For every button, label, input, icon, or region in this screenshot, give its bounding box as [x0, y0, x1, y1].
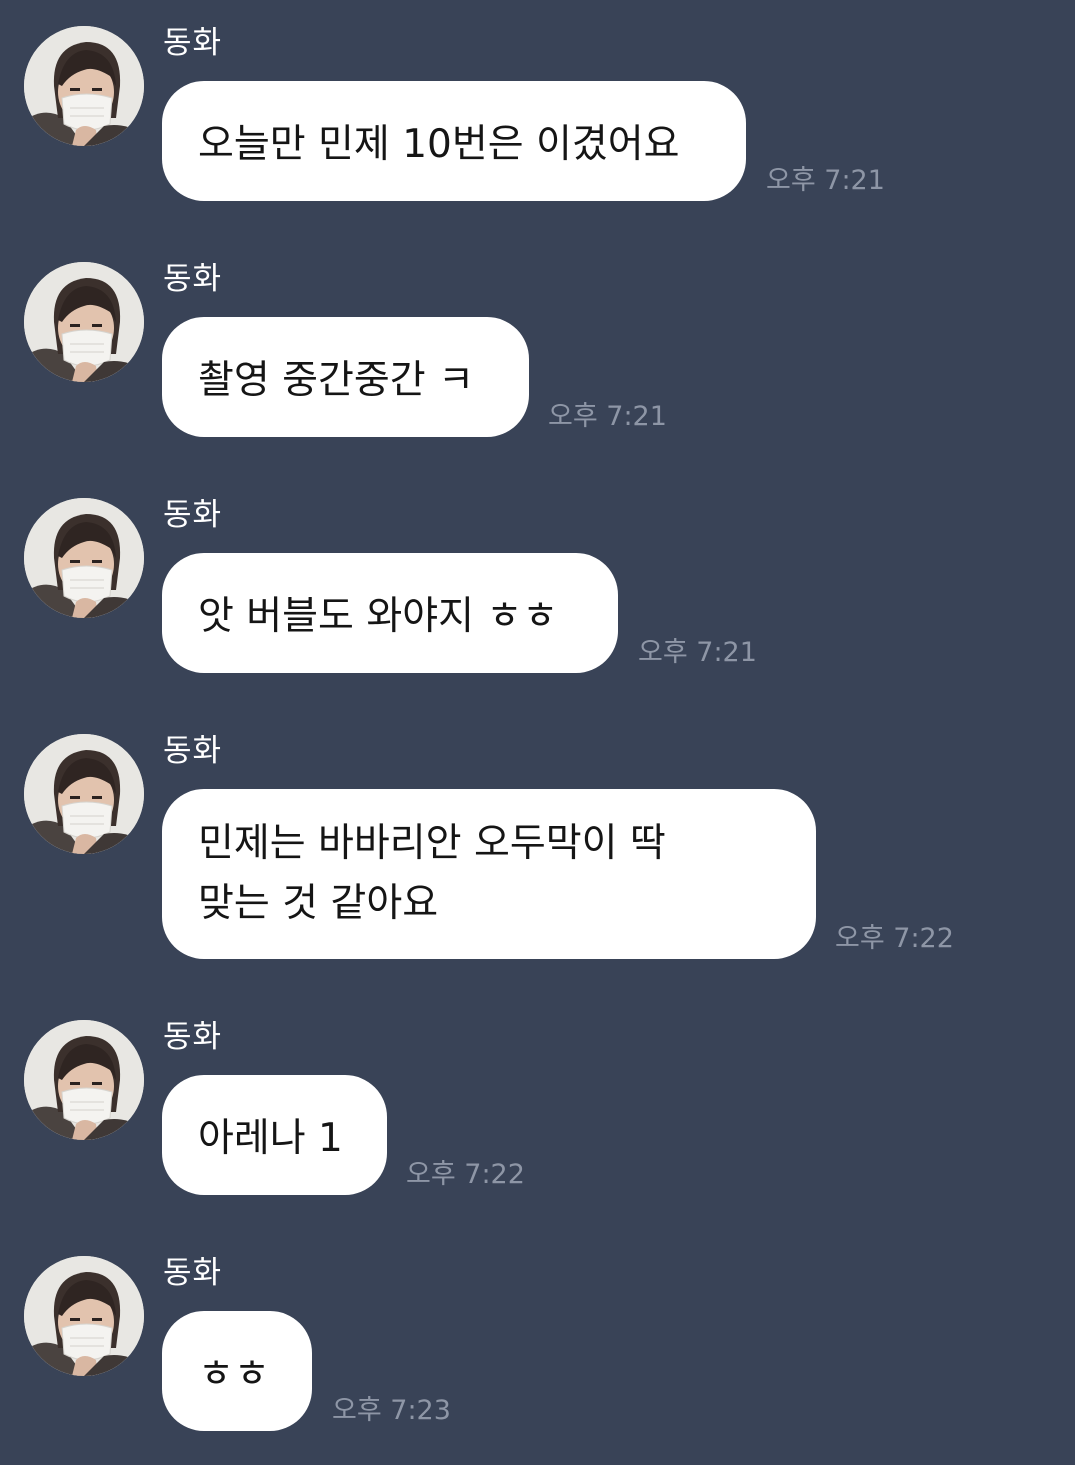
message-text-line: 맞는 것 같아요 — [198, 881, 439, 926]
avatar-photo-icon — [24, 734, 144, 854]
message-timestamp: 오후 7:22 — [835, 923, 954, 954]
chat-message: 동화 앗 버블도 와야지 ㅎㅎ 오후 7:21 — [0, 472, 1075, 692]
message-text-line: 민제는 바바리안 오두막이 딱 — [198, 821, 666, 866]
sender-avatar[interactable] — [24, 1256, 144, 1376]
message-timestamp: 오후 7:22 — [406, 1159, 525, 1190]
sender-avatar[interactable] — [24, 262, 144, 382]
message-bubble[interactable]: 오늘만 민제 10번은 이겼어요 — [162, 81, 746, 201]
avatar-photo-icon — [24, 262, 144, 382]
sender-avatar[interactable] — [24, 1020, 144, 1140]
sender-avatar[interactable] — [24, 498, 144, 618]
chat-message: 동화 촬영 중간중간 ㅋ 오후 7:21 — [0, 236, 1075, 456]
message-text: ㅎㅎ — [198, 1352, 270, 1397]
message-text: 아레나 1 — [198, 1116, 343, 1161]
sender-name: 동화 — [163, 25, 223, 61]
sender-name: 동화 — [163, 497, 223, 533]
chat-message: 동화 오늘만 민제 10번은 이겼어요 오후 7:21 — [0, 0, 1075, 220]
avatar-photo-icon — [24, 1020, 144, 1140]
chat-message: 동화 민제는 바바리안 오두막이 딱 맞는 것 같아요 오후 7:22 — [0, 708, 1075, 978]
avatar-photo-icon — [24, 498, 144, 618]
chat-message: 동화 아레나 1 오후 7:22 — [0, 994, 1075, 1214]
sender-avatar[interactable] — [24, 26, 144, 146]
sender-name: 동화 — [163, 1255, 223, 1291]
message-bubble[interactable]: 아레나 1 — [162, 1075, 387, 1195]
message-timestamp: 오후 7:21 — [548, 401, 667, 432]
avatar-photo-icon — [24, 1256, 144, 1376]
message-timestamp: 오후 7:23 — [332, 1395, 451, 1426]
chat-message: 동화 ㅎㅎ 오후 7:23 — [0, 1230, 1075, 1450]
sender-name: 동화 — [163, 261, 223, 297]
avatar-photo-icon — [24, 26, 144, 146]
chat-message-list: 동화 오늘만 민제 10번은 이겼어요 오후 7:21 동화 촬영 중간중간 ㅋ… — [0, 0, 1075, 1465]
sender-avatar[interactable] — [24, 734, 144, 854]
message-timestamp: 오후 7:21 — [766, 165, 885, 196]
sender-name: 동화 — [163, 733, 223, 769]
message-timestamp: 오후 7:21 — [638, 637, 757, 668]
message-bubble[interactable]: 앗 버블도 와야지 ㅎㅎ — [162, 553, 618, 673]
sender-name: 동화 — [163, 1019, 223, 1055]
message-bubble[interactable]: 민제는 바바리안 오두막이 딱 맞는 것 같아요 — [162, 789, 816, 959]
message-text: 촬영 중간중간 ㅋ — [198, 358, 474, 403]
message-bubble[interactable]: 촬영 중간중간 ㅋ — [162, 317, 529, 437]
message-bubble[interactable]: ㅎㅎ — [162, 1311, 312, 1431]
message-text: 오늘만 민제 10번은 이겼어요 — [198, 122, 680, 167]
message-text: 앗 버블도 와야지 ㅎㅎ — [198, 594, 559, 639]
